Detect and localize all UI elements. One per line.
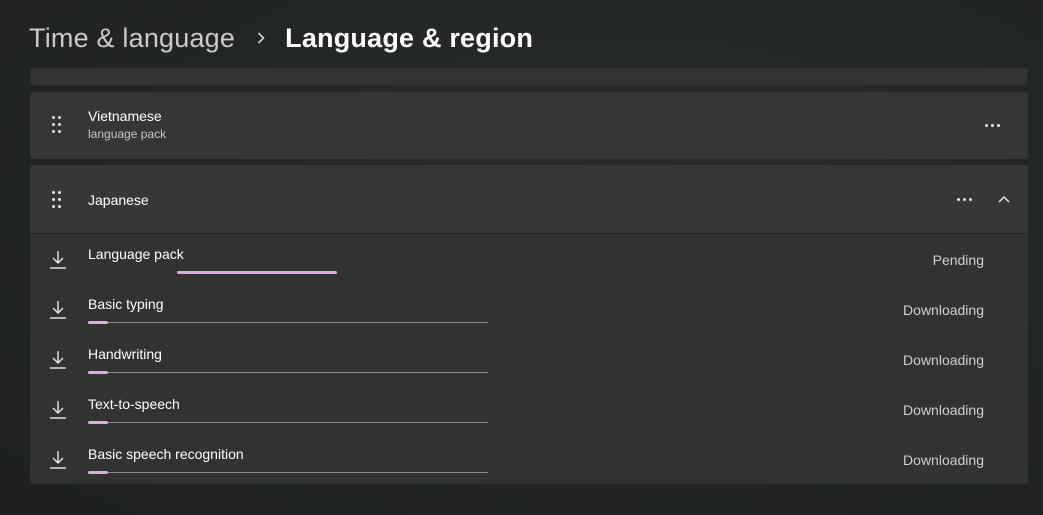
feature-name: Language pack: [88, 246, 184, 262]
language-name: Vietnamese: [88, 108, 162, 124]
progress-bar: [88, 371, 488, 374]
more-options-icon[interactable]: [977, 110, 1007, 140]
feature-row-handwriting: Handwriting Downloading: [30, 335, 1028, 385]
progress-bar: [177, 271, 337, 274]
more-options-icon[interactable]: [949, 184, 979, 214]
drag-handle-icon[interactable]: [52, 191, 66, 211]
feature-name: Basic typing: [88, 296, 164, 312]
language-item-vietnamese[interactable]: Vietnamese language pack: [30, 92, 1028, 159]
language-name: Japanese: [88, 192, 149, 208]
feature-row-basic-speech-recognition: Basic speech recognition Downloading: [30, 435, 1028, 485]
feature-name: Handwriting: [88, 346, 162, 362]
download-icon: [47, 349, 69, 371]
drag-handle-icon[interactable]: [52, 116, 66, 136]
previous-language-card: [30, 68, 1028, 86]
feature-name: Text-to-speech: [88, 396, 180, 412]
feature-row-language-pack: Language pack Pending: [30, 235, 1028, 285]
breadcrumb-parent-link[interactable]: Time & language: [29, 23, 235, 54]
chevron-right-icon: [257, 32, 267, 44]
status-text: Downloading: [903, 402, 984, 418]
feature-row-basic-typing: Basic typing Downloading: [30, 285, 1028, 335]
language-item-japanese: Japanese Language pack Pending Basic typ…: [30, 165, 1028, 484]
progress-fill: [88, 321, 108, 324]
progress-fill: [88, 421, 108, 424]
language-subtitle: language pack: [88, 127, 167, 141]
status-text: Downloading: [903, 302, 984, 318]
progress-bar: [88, 421, 488, 424]
status-text: Downloading: [903, 452, 984, 468]
download-icon: [47, 399, 69, 421]
page-title: Language & region: [285, 22, 534, 53]
progress-fill: [88, 471, 108, 474]
chevron-up-icon[interactable]: [989, 184, 1019, 214]
download-icon: [47, 449, 69, 471]
feature-name: Basic speech recognition: [88, 446, 244, 462]
status-text: Pending: [932, 252, 984, 268]
download-icon: [47, 299, 69, 321]
status-text: Downloading: [903, 352, 984, 368]
breadcrumb: Time & language Language & region: [29, 18, 533, 58]
progress-fill: [88, 371, 108, 374]
download-icon: [47, 249, 69, 271]
progress-bar: [88, 471, 488, 474]
language-header-japanese[interactable]: Japanese: [30, 165, 1028, 234]
feature-row-text-to-speech: Text-to-speech Downloading: [30, 385, 1028, 435]
progress-bar: [88, 321, 488, 324]
